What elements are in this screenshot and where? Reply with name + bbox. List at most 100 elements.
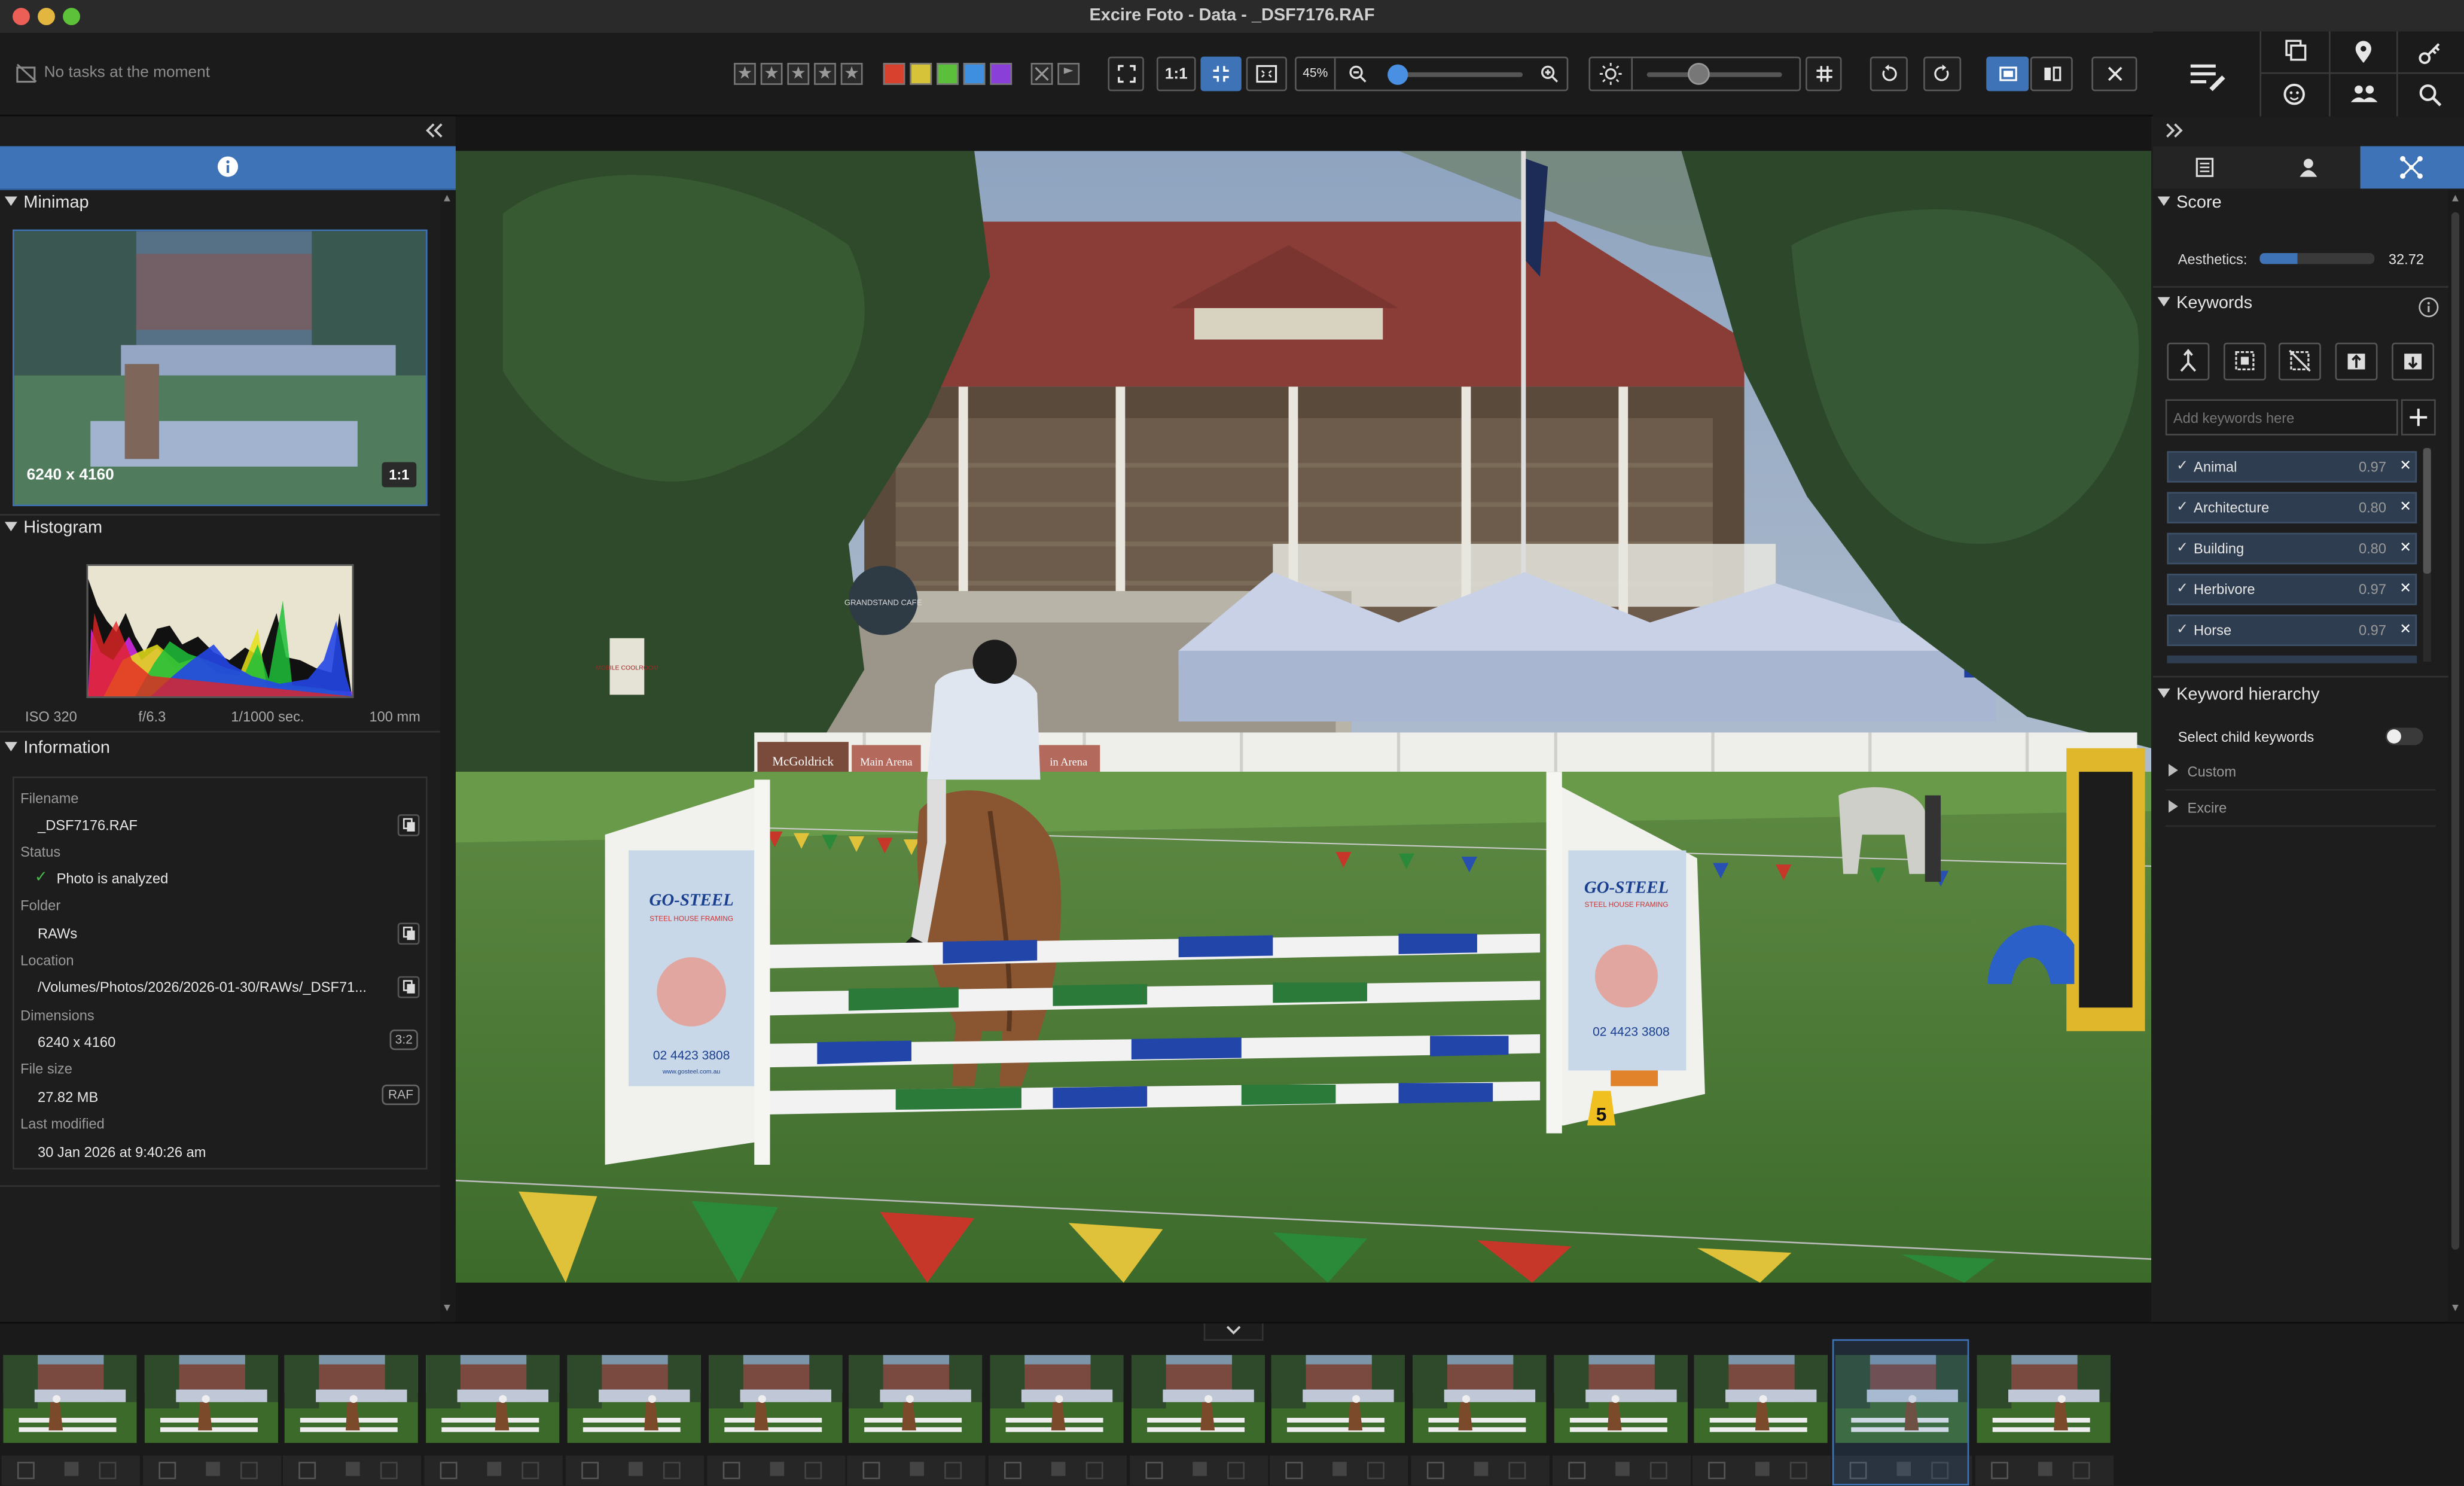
remove-keyword-icon[interactable]: ✕ [2399,539,2411,556]
select-checkbox-icon[interactable] [1426,1461,1444,1479]
star-5-icon[interactable]: ★ [840,63,863,85]
pick-flag-icon[interactable] [1192,1461,1206,1476]
information-header[interactable]: Information [0,739,437,767]
keyword-check-icon[interactable]: ✓ [2176,539,2188,556]
keyword-import-button[interactable] [2335,342,2378,380]
people-button[interactable] [2331,74,2398,117]
score-header[interactable]: Score [2153,193,2448,221]
one-to-one-button[interactable]: 1:1 [1156,56,1196,92]
select-checkbox-icon[interactable] [1568,1461,1585,1479]
keyword-item[interactable]: ✓ Herbivore 0.97 ✕ [2167,574,2417,605]
select-checkbox-icon[interactable] [299,1461,317,1479]
brightness-slider-handle[interactable] [1687,63,1709,85]
keyword-check-icon[interactable]: ✓ [2176,498,2188,516]
tab-people[interactable] [2256,146,2361,189]
zoom-in-icon[interactable] [1540,65,1559,84]
select-checkbox-icon[interactable] [1286,1461,1304,1479]
remove-keyword-icon[interactable]: ✕ [2399,580,2411,598]
pick-flag-icon[interactable] [487,1461,502,1476]
copy-filename-button[interactable] [397,814,420,836]
keyword-export-button[interactable] [2392,342,2435,380]
tab-metadata[interactable] [2152,146,2257,189]
right-scrollbar[interactable]: ▲ ▼ [2448,190,2464,1322]
keyword-item[interactable]: ✓ Animal 0.97 ✕ [2167,451,2417,483]
search-button[interactable] [2398,74,2464,116]
filmstrip-thumbnail[interactable] [1271,1354,1405,1444]
pick-flag-icon[interactable] [346,1461,361,1476]
keyword-input[interactable] [2165,399,2398,436]
filmstrip-thumbnail[interactable] [990,1354,1124,1444]
select-checkbox-icon[interactable] [158,1461,176,1479]
select-checkbox-icon[interactable] [863,1461,880,1479]
remove-keyword-icon[interactable]: ✕ [2399,458,2411,475]
reject-flag-icon[interactable] [1508,1461,1526,1479]
select-checkbox-icon[interactable] [440,1461,458,1479]
zoom-out-icon[interactable] [1348,65,1367,84]
filmstrip-thumbnail[interactable] [1413,1354,1547,1444]
filmstrip-thumbnail[interactable] [1694,1354,1828,1444]
keyword-item[interactable]: ✓ Horse 0.97 ✕ [2167,614,2417,646]
select-checkbox-icon[interactable] [17,1461,35,1479]
reject-flag-icon[interactable] [1649,1461,1667,1479]
keyword-hierarchy-header[interactable]: Keyword hierarchy [2153,686,2448,714]
select-checkbox-icon[interactable] [1004,1461,1021,1479]
keyword-list-scrollbar[interactable] [2423,447,2431,662]
reject-flag-icon[interactable] [240,1461,258,1479]
label-green-button[interactable] [937,63,959,85]
copy-location-button[interactable] [397,976,420,998]
filmstrip-thumbnail[interactable] [1976,1354,2111,1444]
star-2-icon[interactable]: ★ [760,63,783,85]
filmstrip-thumbnail[interactable] [285,1354,419,1444]
pick-flag-icon[interactable] [628,1461,643,1476]
keyword-select-all-button[interactable] [2223,342,2266,380]
select-child-toggle[interactable] [2385,727,2423,745]
compare-view-button[interactable] [2030,56,2073,92]
keywords-header[interactable]: Keywords [2153,294,2448,322]
zoom-slider[interactable] [1388,64,1523,85]
pick-flag-icon[interactable] [64,1461,79,1476]
edit-metadata-button[interactable] [2153,31,2262,117]
filmstrip-thumbnail[interactable] [708,1354,842,1444]
star-1-icon[interactable]: ★ [734,63,756,85]
tree-item-excire[interactable]: Excire [2165,800,2436,827]
star-4-icon[interactable]: ★ [814,63,836,85]
info-tab[interactable] [0,146,456,190]
keyword-item[interactable]: ✓ Building 0.80 ✕ [2167,532,2417,565]
filmstrip-thumbnail[interactable] [3,1354,137,1444]
select-checkbox-icon[interactable] [1990,1461,2008,1479]
add-keyword-button[interactable] [2401,399,2436,436]
remove-keyword-icon[interactable]: ✕ [2399,621,2411,638]
reject-flag-icon[interactable] [1367,1461,1385,1479]
reject-flag-icon[interactable] [380,1461,398,1479]
duplicates-button[interactable] [2261,31,2331,74]
remove-keyword-icon[interactable]: ✕ [2399,498,2411,516]
brightness-slider[interactable] [1646,63,1782,85]
keywords-info-icon[interactable] [2419,297,2439,318]
reject-flag-icon[interactable] [944,1461,962,1479]
collapse-left-icon[interactable] [424,123,443,138]
filmstrip-toggle-button[interactable] [1203,1323,1264,1341]
pick-flag-icon[interactable] [2038,1461,2053,1476]
filmstrip-thumbnail[interactable] [567,1354,701,1444]
reject-flag-icon[interactable] [803,1461,821,1479]
pick-flag-icon[interactable] [1615,1461,1629,1476]
rotate-left-button[interactable] [1870,56,1908,92]
filmstrip-thumbnail[interactable] [426,1354,560,1444]
filmstrip-thumbnail[interactable] [1553,1354,1688,1444]
star-3-icon[interactable]: ★ [787,63,810,85]
label-yellow-button[interactable] [910,63,932,85]
fit-screen-button[interactable] [1108,56,1144,92]
keyword-merge-button[interactable] [2167,342,2210,380]
search-by-key-button[interactable] [2398,32,2464,74]
label-purple-button[interactable] [990,63,1013,85]
tree-item-custom[interactable]: Custom [2165,763,2436,791]
keyword-check-icon[interactable]: ✓ [2176,621,2188,638]
keyword-check-icon[interactable]: ✓ [2176,458,2188,475]
select-checkbox-icon[interactable] [1145,1461,1163,1479]
reject-flag-icon[interactable] [99,1461,117,1479]
filmstrip-thumbnail[interactable] [849,1354,983,1444]
reject-flag-icon[interactable] [2072,1461,2090,1479]
keyword-item[interactable]: ✓ Architecture 0.80 ✕ [2167,492,2417,523]
pick-flag-icon[interactable] [910,1461,925,1476]
face-search-button[interactable] [2261,74,2331,117]
